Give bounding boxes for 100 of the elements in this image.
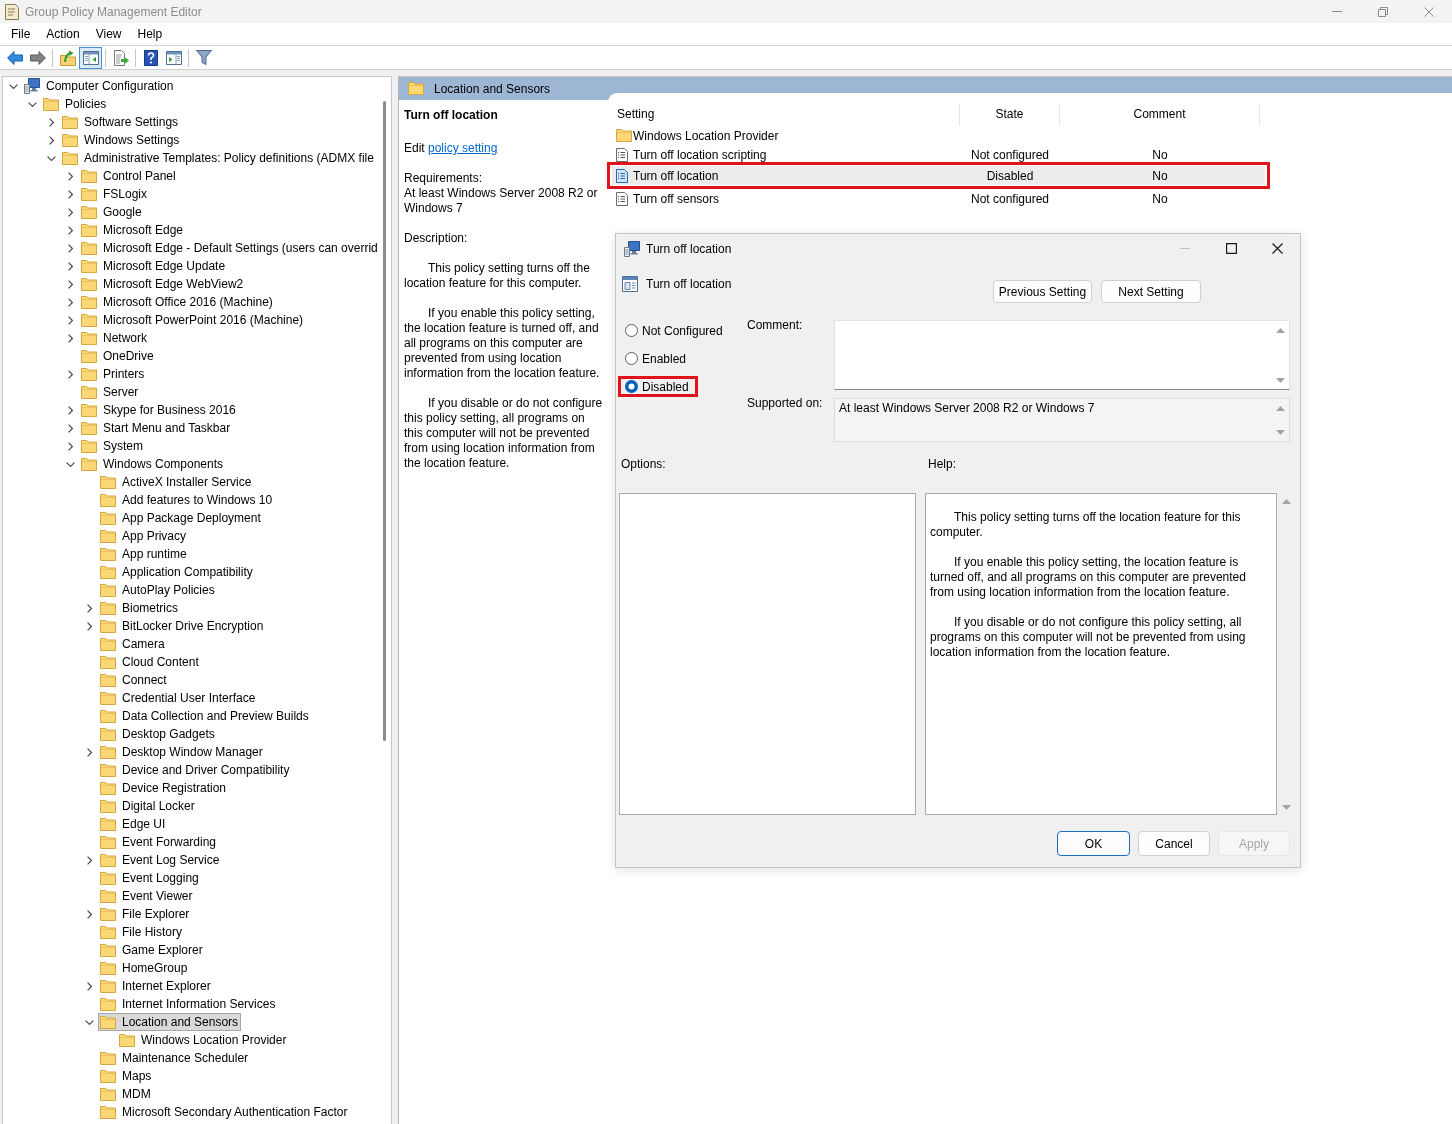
tree-item[interactable]: Location and Sensors [98,1013,242,1031]
tree-item[interactable]: Internet Explorer [98,977,214,995]
tree-item[interactable]: Google [79,203,145,221]
tree-item[interactable]: MDM [98,1085,154,1103]
tree-item[interactable]: Cloud Content [98,653,202,671]
tree-item[interactable]: Windows Location Provider [117,1031,290,1049]
ok-button[interactable]: OK [1057,831,1130,856]
chevron-right-icon[interactable] [67,225,73,235]
tree-item[interactable]: Server [79,383,142,401]
tree-item[interactable]: Maintenance Scheduler [98,1049,252,1067]
radio-option[interactable]: Enabled [621,351,693,366]
tree-item[interactable]: Windows Components [79,455,227,473]
chevron-right-icon[interactable] [67,369,73,379]
chevron-right-icon[interactable] [67,423,73,433]
tree-item[interactable]: BitLocker Drive Encryption [98,617,267,635]
tree-item[interactable]: Add features to Windows 10 [98,491,276,509]
tree-item[interactable]: Desktop Window Manager [98,743,266,761]
tree-item[interactable]: Policies [41,95,110,113]
chevron-right-icon[interactable] [86,981,92,991]
previous-setting-button[interactable]: Previous Setting [993,280,1092,303]
tree-item[interactable]: Network [79,329,150,347]
chevron-right-icon[interactable] [67,189,73,199]
radio-option[interactable]: Not Configured [621,323,729,338]
setting-row[interactable]: Turn off location Disabled No [612,166,1265,185]
chevron-right-icon[interactable] [67,405,73,415]
tree-item[interactable]: Printers [79,365,148,383]
tree-item[interactable]: AutoPlay Policies [98,581,218,599]
tree-item[interactable]: Computer Configuration [22,77,177,95]
tree-item[interactable]: Event Forwarding [98,833,220,851]
tree-item[interactable]: Digital Locker [98,797,198,815]
scrollbar-thumb[interactable] [383,101,386,741]
chevron-right-icon[interactable] [48,117,54,127]
console-tree-button[interactable] [79,46,102,69]
chevron-right-icon[interactable] [67,207,73,217]
tree-item[interactable]: Device and Driver Compatibility [98,761,293,779]
tree-item[interactable]: Control Panel [79,167,179,185]
chevron-right-icon[interactable] [67,243,73,253]
tree-item[interactable]: Administrative Templates: Policy definitions (ADMX file [60,149,377,167]
tree-item[interactable]: Microsoft Edge [79,221,187,239]
tree-item[interactable]: ActiveX Installer Service [98,473,255,491]
chevron-right-icon[interactable] [86,855,92,865]
tree-item[interactable]: Biometrics [98,599,181,617]
radio-empty-icon[interactable] [625,352,638,365]
tree-item[interactable]: File Explorer [98,905,193,923]
chevron-right-icon[interactable] [67,261,73,271]
tree-item[interactable]: Credential User Interface [98,689,259,707]
tree-item[interactable]: Edge UI [98,815,169,833]
tree-item[interactable]: App runtime [98,545,190,563]
setting-row[interactable]: Turn off location scripting Not configured No [612,145,1265,164]
tree-item[interactable]: Data Collection and Preview Builds [98,707,312,725]
tree-item[interactable]: Start Menu and Taskbar [79,419,234,437]
next-setting-button[interactable]: Next Setting [1101,280,1201,303]
tree-item[interactable]: File History [98,923,185,941]
tree-item[interactable]: Game Explorer [98,941,206,959]
tree-item[interactable]: Skype for Business 2016 [79,401,239,419]
tree-item[interactable]: Microsoft Edge WebView2 [79,275,247,293]
chevron-down-icon[interactable] [27,101,37,107]
chevron-down-icon[interactable] [65,461,75,467]
tree-item[interactable]: Camera [98,635,168,653]
menu-item[interactable]: Help [129,24,171,44]
chevron-right-icon[interactable] [67,171,73,181]
tree-item[interactable]: FSLogix [79,185,151,203]
chevron-right-icon[interactable] [67,297,73,307]
tree-item[interactable]: Microsoft Office 2016 (Machine) [79,293,276,311]
tree-item[interactable]: Microsoft PowerPoint 2016 (Machine) [79,311,307,329]
tree-item[interactable]: Maps [98,1067,155,1085]
chevron-right-icon[interactable] [67,315,73,325]
tree-item[interactable]: Microsoft Edge Update [79,257,229,275]
column-header[interactable]: Comment [1060,104,1260,126]
chevron-down-icon[interactable] [46,155,56,161]
chevron-right-icon[interactable] [86,747,92,757]
setting-row[interactable]: Windows Location Provider [612,126,1265,145]
menu-item[interactable]: Action [38,24,88,44]
tree-item[interactable]: App Package Deployment [98,509,264,527]
chevron-right-icon[interactable] [86,909,92,919]
tree-item[interactable]: Event Viewer [98,887,196,905]
tree-item[interactable]: Desktop Gadgets [98,725,218,743]
radio-empty-icon[interactable] [625,324,638,337]
setting-row[interactable]: Turn off sensors Not configured No [612,189,1265,208]
tree-item[interactable]: System [79,437,146,455]
tree-item[interactable]: Device Registration [98,779,230,797]
radio-option[interactable]: Disabled [621,379,695,394]
column-header[interactable]: Setting [612,104,960,126]
menu-item[interactable]: File [3,24,39,44]
tree-item[interactable]: Event Log Service [98,851,223,869]
chevron-right-icon[interactable] [86,603,92,613]
chevron-down-icon[interactable] [84,1019,94,1025]
tree-item[interactable]: Software Settings [60,113,182,131]
chevron-right-icon[interactable] [67,279,73,289]
cancel-button[interactable]: Cancel [1138,831,1210,856]
tree-item[interactable]: Internet Information Services [98,995,279,1013]
tree-item[interactable]: Microsoft Secondary Authentication Factor [98,1103,351,1121]
tree-item[interactable]: Windows Settings [60,131,183,149]
chevron-right-icon[interactable] [67,333,73,343]
tree-item[interactable]: Event Logging [98,869,202,887]
chevron-right-icon[interactable] [48,135,54,145]
chevron-right-icon[interactable] [67,441,73,451]
tree-item[interactable]: Microsoft Edge - Default Settings (users can overrid [79,239,381,257]
tree-item[interactable]: OneDrive [79,347,157,365]
tree-item[interactable]: Application Compatibility [98,563,256,581]
